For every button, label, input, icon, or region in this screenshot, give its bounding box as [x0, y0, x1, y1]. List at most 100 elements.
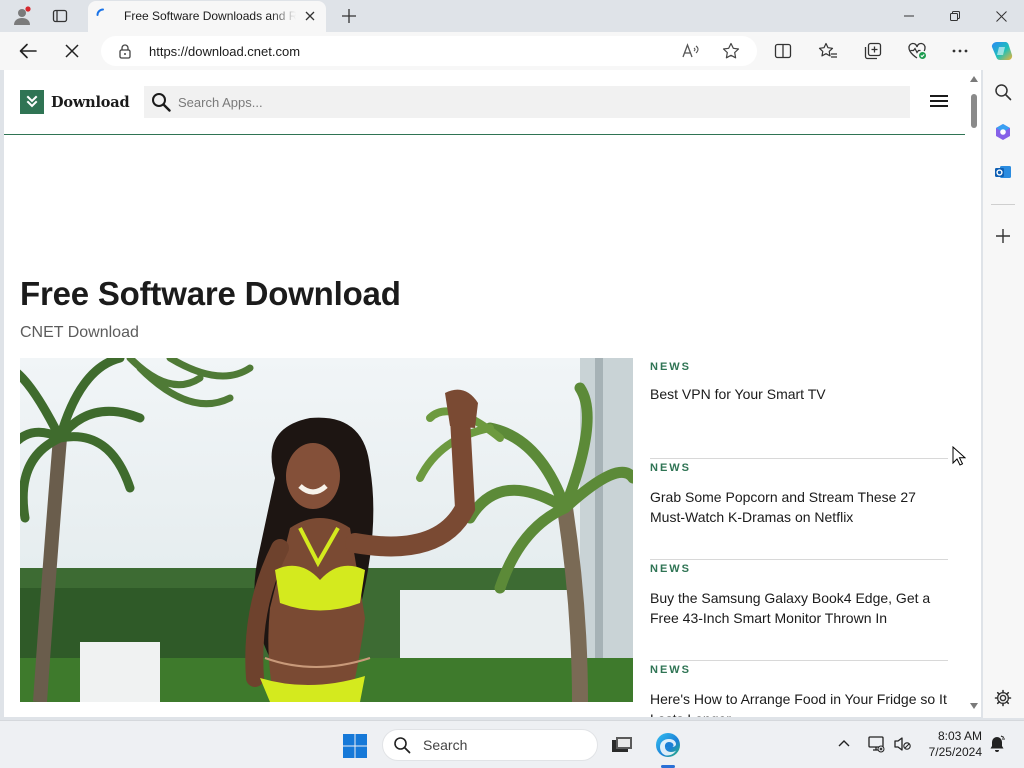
sidebar-search-button[interactable]: [991, 80, 1015, 104]
browser-toolbar: https://download.cnet.com: [0, 32, 1024, 70]
tab-strip: Free Software Downloads and Reviews for …: [0, 0, 1024, 32]
news-list: NEWS Best VPN for Your Smart TV NEWS Gra…: [650, 358, 948, 717]
tab-close-button[interactable]: [300, 6, 320, 26]
split-screen-icon: [774, 43, 792, 59]
plus-icon: [996, 229, 1010, 243]
lock-icon[interactable]: [117, 43, 133, 59]
start-button[interactable]: [342, 733, 368, 759]
copilot-button[interactable]: [987, 37, 1017, 65]
clock-time: 8:03 AM: [937, 729, 982, 743]
more-horizontal-icon: [952, 49, 968, 53]
settings-and-more-button[interactable]: [945, 37, 975, 65]
edge-sidebar: [983, 70, 1024, 718]
plus-icon: [342, 9, 356, 23]
loading-spinner-icon: [96, 8, 104, 16]
tab-actions-button[interactable]: [46, 4, 74, 28]
news-headline-link[interactable]: Grab Some Popcorn and Stream These 27 Mu…: [650, 487, 948, 527]
split-screen-button[interactable]: [768, 37, 798, 65]
site-search-bar[interactable]: [144, 86, 910, 118]
taskbar-edge-button[interactable]: [654, 731, 682, 759]
news-headline-link[interactable]: Buy the Samsung Galaxy Book4 Edge, Get a…: [650, 588, 948, 628]
show-hidden-icons-button[interactable]: [836, 735, 852, 751]
chevron-up-icon: [838, 740, 850, 747]
address-bar[interactable]: https://download.cnet.com: [101, 36, 757, 66]
read-aloud-icon[interactable]: [681, 41, 701, 61]
new-tab-button[interactable]: [336, 4, 362, 28]
sidebar-add-button[interactable]: [991, 224, 1015, 248]
sidebar-outlook-button[interactable]: [991, 160, 1015, 184]
arrow-left-icon: [19, 43, 37, 59]
close-icon: [305, 11, 315, 21]
hamburger-menu-icon[interactable]: [930, 92, 952, 110]
news-tag: NEWS: [650, 462, 691, 474]
ad-placeholder: [4, 136, 965, 256]
news-headline-link[interactable]: Here's How to Arrange Food in Your Fridg…: [650, 689, 948, 717]
hero-image[interactable]: [20, 358, 633, 702]
minimize-button[interactable]: [886, 0, 932, 32]
url-text[interactable]: https://download.cnet.com: [149, 44, 300, 59]
taskbar-clock[interactable]: 8:03 AM 7/25/2024: [920, 728, 982, 760]
news-tag: NEWS: [650, 361, 691, 373]
heart-pulse-icon: [908, 42, 926, 59]
sidebar-settings-button[interactable]: [991, 686, 1015, 710]
windows-logo-icon: [343, 734, 367, 758]
app-window-icon: [612, 737, 632, 752]
scroll-down-arrow-icon[interactable]: [970, 703, 978, 709]
profile-button[interactable]: [8, 4, 36, 28]
copilot-app-icon: [996, 124, 1010, 140]
sidebar-copilot-app-button[interactable]: [991, 120, 1015, 144]
logo-text: Download: [51, 93, 130, 111]
news-item[interactable]: NEWS Buy the Samsung Galaxy Book4 Edge, …: [650, 560, 948, 661]
browser-essentials-button[interactable]: [902, 37, 932, 65]
collections-button[interactable]: [858, 37, 888, 65]
scrollbar-thumb[interactable]: [971, 94, 977, 128]
taskbar-app-button[interactable]: [608, 731, 636, 759]
window-close-button[interactable]: [978, 0, 1024, 32]
download-logo-mark-icon: [20, 90, 44, 114]
search-icon: [995, 84, 1012, 101]
double-chevron-down-icon: [26, 95, 38, 108]
page-viewport: Download Free Software Download CNET Dow…: [4, 70, 981, 717]
edge-browser-icon: [656, 733, 680, 757]
news-tag: NEWS: [650, 563, 691, 575]
search-icon: [394, 737, 411, 754]
news-item[interactable]: NEWS Best VPN for Your Smart TV: [650, 358, 948, 459]
gear-icon: [994, 689, 1012, 707]
favorites-icon: [818, 42, 837, 58]
taskbar-search-label: Search: [423, 737, 468, 753]
back-button[interactable]: [13, 37, 43, 65]
taskbar-search-box[interactable]: Search: [382, 729, 598, 761]
page-title: Free Software Download: [20, 275, 401, 312]
collections-icon: [864, 42, 882, 60]
tab-download-cnet[interactable]: Free Software Downloads and Reviews for …: [88, 1, 326, 32]
add-favorite-star-icon[interactable]: [721, 41, 741, 61]
outlook-icon: [995, 166, 1011, 178]
news-item[interactable]: NEWS Here's How to Arrange Food in Your …: [650, 661, 948, 717]
page-scrollbar[interactable]: [967, 70, 981, 717]
news-tag: NEWS: [650, 664, 691, 676]
restore-button[interactable]: [932, 0, 978, 32]
download-logo[interactable]: Download: [20, 90, 130, 114]
tab-actions-icon: [52, 9, 68, 23]
hero-photo-illustration: [20, 358, 633, 702]
stop-loading-button[interactable]: [57, 37, 87, 65]
tab-title: Free Software Downloads and Reviews for …: [124, 9, 296, 23]
minimize-icon: [904, 15, 914, 17]
site-header: Download: [4, 70, 965, 135]
volume-muted-icon[interactable]: [892, 734, 912, 754]
favorites-button[interactable]: [813, 37, 843, 65]
sidebar-divider: [991, 204, 1015, 205]
close-icon: [65, 44, 79, 58]
scroll-up-arrow-icon[interactable]: [970, 76, 978, 82]
search-icon[interactable]: [151, 92, 171, 112]
clock-date: 7/25/2024: [928, 745, 982, 759]
profile-icon: [14, 6, 31, 25]
news-item[interactable]: NEWS Grab Some Popcorn and Stream These …: [650, 459, 948, 560]
news-headline-link[interactable]: Best VPN for Your Smart TV: [650, 384, 948, 404]
site-search-input[interactable]: [178, 94, 878, 110]
read-aloud-glyph: [682, 43, 699, 58]
notification-bell-icon[interactable]: [988, 735, 1006, 753]
network-icon[interactable]: [866, 734, 886, 754]
restore-icon: [950, 11, 960, 21]
star-icon: [722, 42, 740, 59]
